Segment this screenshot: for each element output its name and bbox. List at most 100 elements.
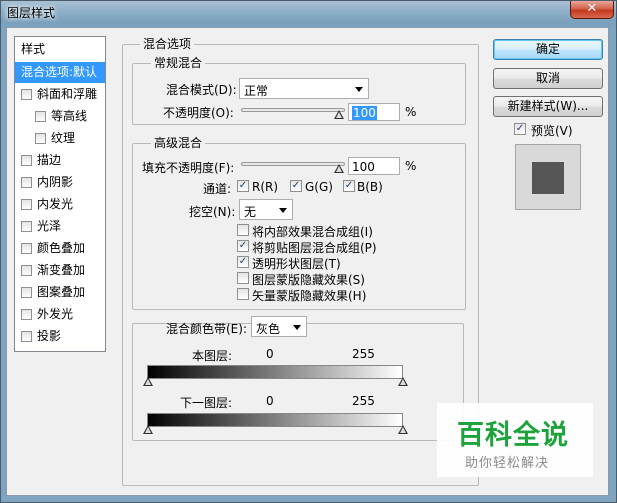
underlying-layer-low-thumb[interactable] — [143, 425, 153, 434]
style-checkbox[interactable] — [21, 243, 32, 254]
style-list-item-label: 投影 — [37, 329, 62, 343]
style-list-item-label: 渐变叠加 — [37, 263, 86, 277]
blend-mode-value: 正常 — [244, 84, 269, 98]
chevron-down-icon — [293, 325, 301, 330]
style-checkbox[interactable] — [35, 133, 46, 144]
style-list-item[interactable]: 等高线 — [15, 106, 105, 127]
style-list-item[interactable]: 纹理 — [15, 128, 105, 149]
style-list-item[interactable]: 投影 — [15, 326, 105, 347]
opacity-unit: % — [405, 105, 417, 119]
style-list-item[interactable]: 斜面和浮雕 — [15, 84, 105, 105]
knockout-select[interactable]: 无 — [239, 199, 293, 220]
knockout-label: 挖空(N): — [189, 205, 236, 219]
style-list-item-label: 内阴影 — [37, 175, 74, 189]
style-checkbox[interactable] — [21, 177, 32, 188]
advanced-option-checkbox[interactable]: ✓ — [237, 256, 249, 268]
style-list-item[interactable]: 图案叠加 — [15, 282, 105, 303]
fill-opacity-unit: % — [405, 159, 417, 173]
this-layer-low-thumb[interactable] — [143, 377, 153, 386]
fill-opacity-input[interactable]: 100 — [348, 157, 400, 175]
fill-opacity-slider-thumb[interactable] — [334, 164, 344, 173]
general-blending-title: 常规混合 — [151, 54, 206, 71]
style-checkbox[interactable] — [21, 155, 32, 166]
style-checkbox[interactable] — [21, 287, 32, 298]
style-list-item-label: 内发光 — [37, 197, 74, 211]
channel-b-checkbox[interactable]: ✓ — [343, 180, 355, 192]
cancel-button[interactable]: 取消 — [493, 68, 603, 89]
style-list-item-label: 斜面和浮雕 — [37, 87, 98, 101]
underlying-layer-high-thumb[interactable] — [398, 425, 408, 434]
opacity-value: 100 — [352, 106, 377, 120]
style-checkbox[interactable] — [21, 265, 32, 276]
style-checkbox[interactable] — [35, 111, 46, 122]
this-layer-high: 255 — [352, 347, 375, 361]
opacity-label: 不透明度(O): — [163, 106, 234, 120]
style-list-item[interactable]: 外发光 — [15, 304, 105, 325]
close-icon: ✕ — [586, 1, 598, 16]
style-list-item[interactable]: 内发光 — [15, 194, 105, 215]
fill-opacity-label: 填充不透明度(F): — [142, 161, 235, 175]
advanced-option-checkbox[interactable] — [237, 224, 249, 236]
advanced-option-label: 矢量蒙版隐藏效果(H) — [252, 289, 367, 303]
this-layer-high-thumb[interactable] — [398, 377, 408, 386]
title-bar[interactable]: 图层样式 — [1, 1, 616, 25]
style-list-item[interactable]: 光泽 — [15, 216, 105, 237]
opacity-input[interactable]: 100 — [348, 103, 400, 121]
style-list-item[interactable]: 颜色叠加 — [15, 238, 105, 259]
style-list-item[interactable]: 渐变叠加 — [15, 260, 105, 281]
opacity-slider[interactable] — [241, 108, 345, 112]
underlying-layer-gradient-bar — [147, 413, 403, 427]
style-checkbox[interactable] — [21, 309, 32, 320]
knockout-value: 无 — [244, 205, 257, 219]
chevron-down-icon — [355, 87, 363, 92]
advanced-option-checkbox[interactable]: ✓ — [237, 240, 249, 252]
watermark-logo-text: 百科全说 — [457, 420, 569, 451]
advanced-option-label: 图层蒙版隐藏效果(S) — [252, 273, 365, 287]
channel-g-checkbox[interactable]: ✓ — [290, 180, 302, 192]
style-list-item-label: 颜色叠加 — [37, 241, 86, 255]
styles-list-header[interactable]: 样式 — [15, 39, 105, 60]
advanced-option-checkbox[interactable] — [237, 288, 249, 300]
fill-opacity-value: 100 — [352, 160, 375, 174]
fill-opacity-slider[interactable] — [241, 162, 345, 166]
style-list-item-label: 图案叠加 — [37, 285, 86, 299]
styles-list-header-label: 样式 — [21, 42, 46, 56]
advanced-option-label: 将内部效果混合成组(I) — [252, 225, 373, 239]
preview-swatch — [532, 162, 564, 194]
style-checkbox[interactable] — [21, 331, 32, 342]
chevron-down-icon — [279, 208, 287, 213]
style-checkbox[interactable] — [21, 199, 32, 210]
style-list-item-label: 纹理 — [51, 131, 76, 145]
style-list-item-label: 光泽 — [37, 219, 62, 233]
blend-options-title: 混合选项 — [140, 35, 195, 52]
styles-list: 样式混合选项:默认斜面和浮雕等高线纹理描边内阴影内发光光泽颜色叠加渐变叠加图案叠… — [14, 36, 106, 352]
style-list-item[interactable]: 内阴影 — [15, 172, 105, 193]
blend-if-select[interactable]: 灰色 — [251, 316, 307, 337]
ok-button[interactable]: 确定 — [493, 39, 603, 60]
this-layer-gradient-bar — [147, 365, 403, 379]
style-list-item[interactable]: 混合选项:默认 — [15, 62, 105, 83]
opacity-slider-thumb[interactable] — [334, 110, 344, 119]
blend-mode-select[interactable]: 正常 — [239, 78, 369, 99]
close-button[interactable]: ✕ — [570, 1, 614, 19]
channel-r-label: R(R) — [252, 180, 279, 194]
advanced-option-checkbox[interactable] — [237, 272, 249, 284]
channel-r-checkbox[interactable]: ✓ — [237, 180, 249, 192]
advanced-option-label: 将剪贴图层混合成组(P) — [252, 241, 377, 255]
new-style-button[interactable]: 新建样式(W)... — [493, 96, 603, 117]
channel-g-label: G(G) — [305, 180, 333, 194]
style-checkbox[interactable] — [21, 89, 32, 100]
style-list-item[interactable]: 描边 — [15, 150, 105, 171]
blend-if-label: 混合颜色带(E): — [166, 322, 247, 336]
underlying-layer-high: 255 — [352, 394, 375, 408]
style-list-item-label: 混合选项:默认 — [21, 65, 98, 79]
style-list-item-label: 描边 — [37, 153, 62, 167]
preview-thumbnail — [515, 144, 581, 210]
blend-if-value: 灰色 — [256, 322, 281, 336]
preview-checkbox[interactable]: ✓ — [514, 123, 526, 135]
style-checkbox[interactable] — [21, 221, 32, 232]
window-title: 图层样式 — [7, 6, 56, 20]
underlying-layer-label: 下一图层: — [180, 396, 233, 410]
watermark: 百科全说 助你轻松解决 — [437, 403, 593, 477]
this-layer-low: 0 — [266, 347, 274, 361]
